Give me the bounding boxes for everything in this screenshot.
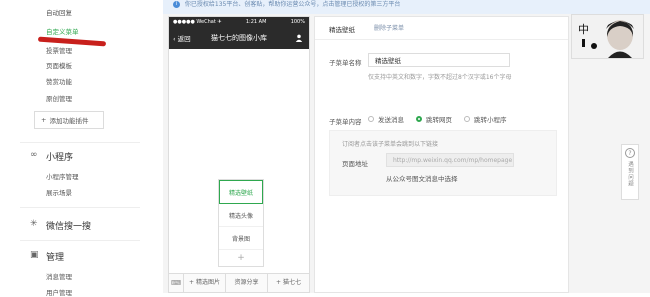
sidebar-item-message-manage[interactable]: 消息管理: [46, 271, 72, 281]
radio-dot-selected: [416, 116, 422, 122]
sidebar-item-vote[interactable]: 投票管理: [46, 45, 72, 55]
submenu-name-input[interactable]: 精选壁纸: [368, 53, 510, 67]
add-plugin-label: 添加功能插件: [49, 117, 89, 125]
tab-prefix: +: [189, 279, 195, 286]
name-hint: 仅支持中英文和数字，字数不超过8个汉字或16个字母: [368, 74, 512, 81]
floating-avatar-thumbnail[interactable]: 中: [571, 14, 644, 59]
radio-open-miniprogram[interactable]: 跳转小程序: [464, 114, 507, 124]
phone-preview: ●●●●● WeChat ✈ 1:21 AM 100% ‹ 返回 猫七七的图像小…: [168, 16, 310, 293]
sidebar-item-reward[interactable]: 赞赏功能: [46, 76, 72, 86]
phone-status-bar: ●●●●● WeChat ✈ 1:21 AM 100%: [169, 17, 309, 27]
avatar-image: 中: [572, 15, 643, 58]
url-label: 页面地址: [342, 160, 368, 168]
divider: [20, 142, 140, 143]
submenu-item-background[interactable]: 背景图: [219, 227, 263, 250]
section-title-miniprogram: 小程序: [46, 153, 74, 163]
account-title: 猫七七的图像小库: [211, 34, 267, 42]
sidebar-item-user-manage[interactable]: 用户管理: [46, 287, 72, 297]
content-label: 子菜单内容: [329, 118, 362, 126]
radio-dot: [368, 116, 374, 122]
submenu-item-avatar[interactable]: 精选头像: [219, 204, 263, 227]
user-icon[interactable]: [295, 34, 303, 42]
carrier-text: ●●●●● WeChat ✈: [173, 19, 222, 25]
radio-label: 跳转网页: [426, 116, 452, 124]
delete-submenu-link[interactable]: 删除子菜单: [374, 23, 404, 32]
time-text: 1:21 AM: [245, 19, 267, 25]
question-icon: ?: [625, 148, 635, 158]
page-url-input[interactable]: http://mp.weixin.qq.com/mp/homepage: [386, 153, 514, 167]
menu-tab-maoqiqi[interactable]: + 猫七七: [268, 274, 309, 292]
url-hint: 订阅者点击该子菜单会跳到以下链接: [342, 141, 439, 148]
authorization-notice: i 你已授权给135平台、创客贴，帮助你运营公众号，点击管理已授权的第三方平台: [163, 0, 650, 14]
sidebar-item-custom-menu[interactable]: 自定义菜单: [46, 26, 79, 36]
divider: [20, 207, 140, 208]
radio-dot: [464, 116, 470, 122]
tab-label: 资源分享: [234, 279, 259, 286]
sidebar-item-page-template[interactable]: 页面模板: [46, 60, 72, 70]
notice-text: 你已授权给135平台、创客贴，帮助你运营公众号，点击管理已授权的第三方平台: [184, 1, 401, 8]
menu-tab-featured[interactable]: + 精选图片: [184, 274, 226, 292]
sidebar-item-auto-reply[interactable]: 自动回复: [46, 7, 72, 17]
radio-send-message[interactable]: 发送消息: [368, 114, 404, 124]
keyboard-icon[interactable]: ⌨: [169, 274, 184, 292]
battery-text: 100%: [290, 19, 305, 25]
section-title-wechat-search[interactable]: 微信搜一搜: [46, 219, 91, 232]
tab-prefix: +: [276, 279, 282, 286]
radio-label: 跳转小程序: [474, 116, 507, 124]
info-icon: i: [173, 1, 180, 8]
sparkle-icon: ✳: [30, 219, 38, 229]
sidebar-item-original[interactable]: 原创管理: [46, 93, 72, 103]
sidebar-item-miniprogram-manage[interactable]: 小程序管理: [46, 171, 79, 181]
link-icon: ∞: [30, 150, 38, 160]
editor-title: 精选壁纸: [329, 26, 355, 34]
sidebar-item-display-scene[interactable]: 展示场景: [46, 187, 72, 197]
url-settings-box: 订阅者点击该子菜单会跳到以下链接 页面地址 http://mp.weixin.q…: [329, 130, 557, 196]
help-widget[interactable]: ? 遇到问题: [621, 144, 639, 200]
name-label: 子菜单名称: [329, 59, 362, 67]
add-plugin-button[interactable]: + 添加功能插件: [34, 111, 104, 129]
submenu-item-wallpaper[interactable]: 精选壁纸: [219, 180, 263, 204]
add-submenu-button[interactable]: +: [219, 250, 263, 266]
sidebar: 自动回复 自定义菜单 投票管理 页面模板 赞赏功能 原创管理 + 添加功能插件 …: [0, 0, 164, 297]
menu-tab-resources[interactable]: 资源分享: [226, 274, 268, 292]
plus-icon: +: [41, 116, 47, 124]
svg-text:中: 中: [578, 23, 589, 36]
tab-label: 猫七七: [282, 279, 301, 286]
content-type-radio-group: 发送消息 跳转网页 跳转小程序: [368, 114, 507, 124]
section-title-manage: 管理: [46, 253, 65, 263]
divider: [20, 240, 140, 241]
menu-tab-bar: ⌨ + 精选图片 资源分享 + 猫七七: [169, 273, 309, 292]
editor-header: 精选壁纸: [315, 17, 568, 40]
tab-label: 精选图片: [195, 279, 220, 286]
radio-open-webpage[interactable]: 跳转网页: [416, 114, 452, 124]
menu-editor-panel: 精选壁纸 子菜单名称 精选壁纸 仅支持中英文和数字，字数不超过8个汉字或16个字…: [314, 16, 569, 293]
radio-label: 发送消息: [378, 116, 404, 124]
folder-icon: ▣: [30, 250, 39, 260]
phone-nav-bar: ‹ 返回 猫七七的图像小库: [169, 27, 309, 49]
choose-from-articles-link[interactable]: 从公众号图文消息中选择: [386, 173, 458, 183]
submenu-popup: 精选壁纸 精选头像 背景图 +: [218, 179, 264, 267]
help-label: 遇到问题: [627, 161, 633, 187]
